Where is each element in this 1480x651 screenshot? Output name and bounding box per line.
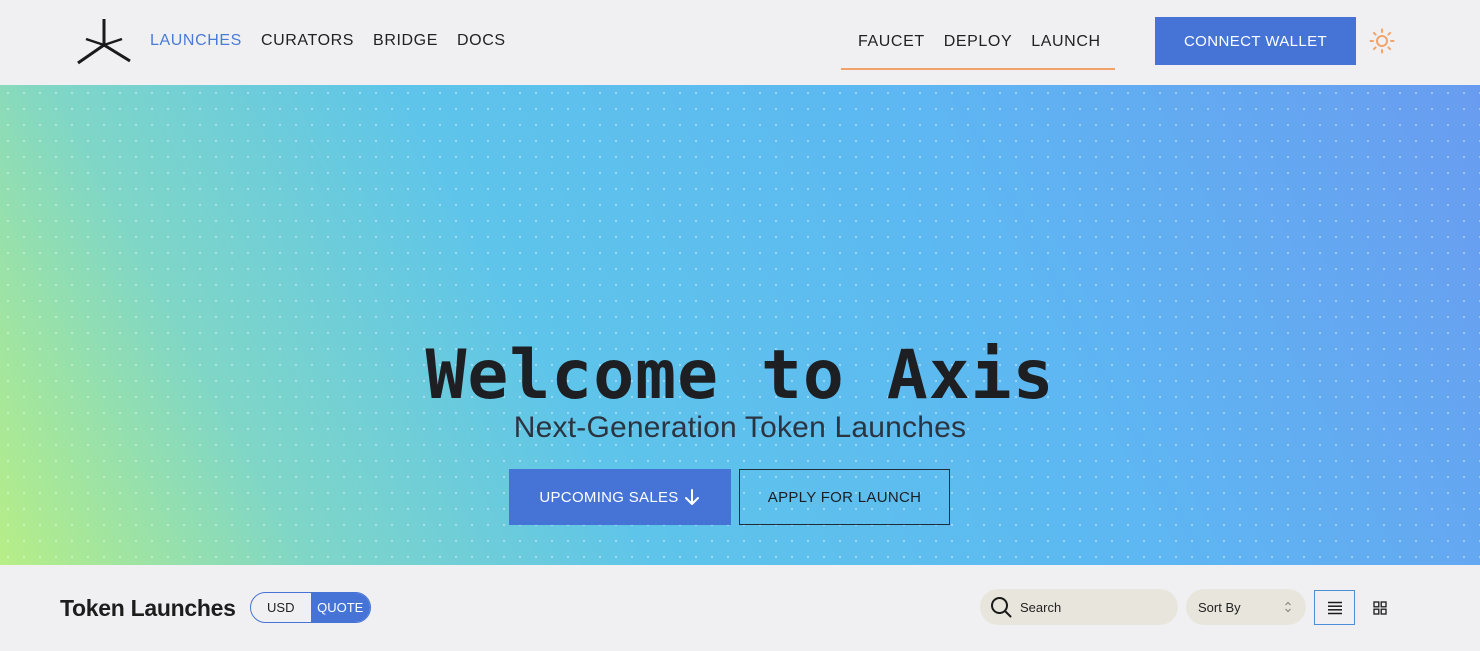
currency-quote-option[interactable]: QUOTE [310, 593, 370, 622]
section-title: Token Launches [60, 595, 236, 621]
nav-deploy[interactable]: DEPLOY [944, 32, 1013, 52]
primary-nav: LAUNCHES CURATORS BRIDGE DOCS [150, 31, 525, 51]
sort-caret-icon [1285, 601, 1291, 613]
hero-title: Welcome to Axis [425, 336, 1055, 415]
nav-docs[interactable]: DOCS [457, 31, 506, 51]
search-icon [991, 597, 1012, 618]
grid-icon [1372, 600, 1387, 615]
currency-toggle: USD QUOTE [250, 592, 371, 623]
top-header: LAUNCHES CURATORS BRIDGE DOCS FAUCET DEP… [0, 0, 1480, 85]
hero-subtitle: Next-Generation Token Launches [513, 411, 967, 444]
list-view-button[interactable] [1314, 590, 1355, 625]
list-icon [1327, 601, 1342, 614]
upcoming-sales-label: UPCOMING SALES [539, 488, 679, 506]
nav-faucet[interactable]: FAUCET [858, 32, 925, 52]
sun-icon[interactable] [1369, 28, 1395, 54]
currency-usd-option[interactable]: USD [251, 593, 311, 622]
search-input[interactable] [1020, 599, 1160, 615]
arrow-down-icon [684, 489, 699, 505]
hero-banner: Welcome to Axis Next-Generation Token La… [0, 85, 1480, 565]
connect-wallet-button[interactable]: CONNECT WALLET [1155, 17, 1356, 65]
sort-label: Sort By [1198, 599, 1241, 615]
grid-view-button[interactable] [1363, 590, 1396, 625]
nav-curators[interactable]: CURATORS [261, 31, 354, 51]
sort-select[interactable]: Sort By [1186, 589, 1306, 625]
testnet-nav: FAUCET DEPLOY LAUNCH [841, 24, 1115, 70]
axis-logo-icon[interactable] [76, 17, 132, 65]
nav-launches[interactable]: LAUNCHES [150, 31, 242, 51]
nav-bridge[interactable]: BRIDGE [373, 31, 438, 51]
search-box [980, 589, 1178, 625]
nav-launch[interactable]: LAUNCH [1031, 32, 1100, 52]
apply-for-launch-button[interactable]: APPLY FOR LAUNCH [739, 469, 950, 525]
upcoming-sales-button[interactable]: UPCOMING SALES [509, 469, 731, 525]
